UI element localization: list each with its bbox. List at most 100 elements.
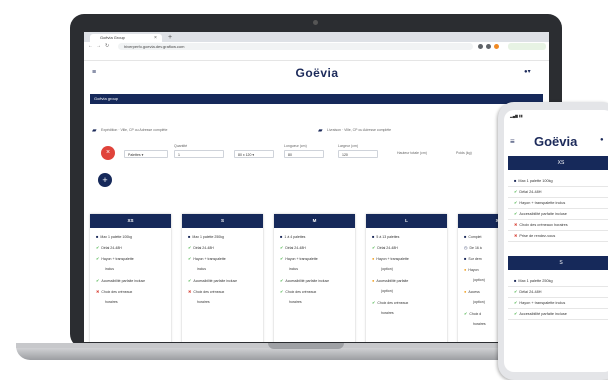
length-input[interactable]: 80 <box>284 150 324 158</box>
offer-feature-line: ◷ De 16 à <box>464 245 482 251</box>
pallet-icon: ■ <box>188 234 191 239</box>
browser-tab[interactable]: Goëvia Group <box>90 34 162 42</box>
user-icon[interactable]: ●▾ <box>524 68 531 75</box>
app-logo[interactable]: Goëvia <box>282 66 352 80</box>
type-select[interactable]: Palettes ▾ <box>124 150 168 158</box>
offer-feature-line: ✔ Hayon + transpalette inclus <box>514 300 565 306</box>
feature-text: (option) <box>381 289 393 293</box>
offer-feature-line: horaires <box>188 300 210 305</box>
offer-feature-line: ✖ Choix des créneaux <box>188 289 224 295</box>
feature-text: Choix d <box>469 312 482 316</box>
offer-feature-line: horaires <box>96 300 118 305</box>
offer-feature-line: ■ Max 1 palette 100kg <box>514 178 553 184</box>
offer-feature-line: ✖ Choix des créneaux horaires <box>514 222 568 228</box>
check-icon: ✔ <box>514 189 518 194</box>
divider <box>508 230 608 231</box>
phone-offer-title[interactable]: S <box>508 256 608 270</box>
cross-icon: ✖ <box>514 233 518 238</box>
feature-text: Sur dem <box>468 257 482 261</box>
offer-feature-line: ■ Max 1 palette 100kg <box>96 234 132 240</box>
forward-icon[interactable]: → <box>96 43 101 50</box>
offer-feature-line: ✔ Accessibilité parfaite incluse <box>514 311 567 317</box>
cross-icon: ✖ <box>96 289 100 294</box>
offer-feature-line: ✖ Choix des créneaux <box>96 289 132 295</box>
feature-text: inclus <box>289 267 298 271</box>
star-icon[interactable] <box>478 44 483 49</box>
check-icon: ✔ <box>280 278 284 283</box>
feature-text: inclus <box>105 267 114 271</box>
feature-text: Choix des créneaux <box>101 290 133 294</box>
offer-feature-line: ✔ Choix d <box>464 311 481 317</box>
extension-icon[interactable] <box>486 44 491 49</box>
back-icon[interactable]: ← <box>88 43 93 50</box>
pallet-icon: ■ <box>514 278 517 283</box>
feature-text: Choix des créneaux horaires <box>519 223 568 227</box>
feature-text: horaires <box>197 300 210 304</box>
feature-text: Accessibilité parfaite incluse <box>193 279 238 283</box>
profile-icon[interactable] <box>494 44 499 49</box>
feature-text: horaires <box>105 300 118 304</box>
add-row-button[interactable]: + <box>98 173 112 187</box>
offer-feature-line: inclus <box>188 267 206 272</box>
feature-text: Délai 24-48H <box>519 190 542 194</box>
height-label[interactable]: Hauteur totale (cm) <box>397 151 427 156</box>
feature-text: horaires <box>473 322 486 326</box>
option-icon: ● <box>464 289 467 294</box>
offer-feature-line: ● Hayon <box>464 267 479 273</box>
offer-feature-line: horaires <box>372 311 394 316</box>
laptop-notch <box>268 343 344 349</box>
feature-text: 5 à 13 palettes <box>376 235 400 239</box>
address-bar[interactable]: hiverperfo.goevia.dev.graflow.com <box>118 43 473 50</box>
divider <box>508 208 608 209</box>
offer-feature-line: (option) <box>372 267 393 272</box>
offer-feature-line: ■ 1 à 4 palettes <box>280 234 305 240</box>
offer-card-s[interactable]: S ■ Max 1 palette 250kg ✔ Délai 24-48H ✔ Hayon… <box>182 214 263 342</box>
size-select[interactable]: 80 x 120 ▾ <box>234 150 274 158</box>
reload-icon[interactable]: ↻ <box>105 43 109 50</box>
phone-offer-title[interactable]: XS <box>508 156 608 170</box>
feature-text: Complet <box>468 235 482 239</box>
check-icon: ✔ <box>96 245 100 250</box>
check-icon: ✔ <box>514 211 518 216</box>
departure-input[interactable]: Expédition · Ville, CP ou Adresse complè… <box>101 128 167 133</box>
width-input[interactable]: 120 <box>338 150 378 158</box>
check-icon: ✔ <box>188 245 192 250</box>
feature-text: Hayon + transpalette <box>193 257 226 261</box>
arrival-input[interactable]: Livraison · Ville, CP ou Adresse complèt… <box>327 128 391 133</box>
qty-input[interactable]: 1 <box>174 150 224 158</box>
truck-icon-2: ▰ <box>318 128 323 134</box>
offer-feature-line: ✔ Hayon + transpalette <box>280 256 318 262</box>
menu-icon[interactable]: ≡ <box>92 69 96 76</box>
option-icon: ● <box>372 278 375 283</box>
new-tab-icon[interactable]: + <box>168 33 172 42</box>
check-icon: ✔ <box>280 289 284 294</box>
feature-text: Hayon + transpalette <box>101 257 134 261</box>
offer-card-m[interactable]: M ■ 1 à 4 palettes ✔ Délai 24-48H ✔ Hayon + tr… <box>274 214 355 342</box>
weight-label[interactable]: Poids (kg) <box>456 151 472 156</box>
remove-row-button[interactable]: × <box>101 146 115 160</box>
title-banner <box>90 94 543 104</box>
check-icon: ✔ <box>514 311 518 316</box>
feature-text: Délai 24-48H <box>285 246 306 250</box>
update-pill[interactable] <box>508 43 546 50</box>
tab-title: Goëvia Group <box>100 35 125 40</box>
check-icon: ✔ <box>464 311 468 316</box>
feature-text: Hayon + transpalette <box>285 257 318 261</box>
divider <box>508 186 608 187</box>
check-icon: ✔ <box>280 245 284 250</box>
offer-feature-line: ✔ Hayon + transpalette <box>96 256 134 262</box>
truck-icon: ▰ <box>92 128 97 134</box>
divider <box>508 286 608 287</box>
feature-text: Accessibilité parfaite <box>376 279 409 283</box>
phone-menu-icon[interactable]: ≡ <box>510 137 515 146</box>
feature-text: Prise de rendez-vous <box>519 234 556 238</box>
option-icon: ● <box>372 256 375 261</box>
feature-text: (option) <box>381 267 393 271</box>
phone-logo[interactable]: Goëvia <box>534 134 577 149</box>
divider <box>508 197 608 198</box>
phone-user-icon[interactable]: ● <box>600 137 604 143</box>
feature-text: Access <box>468 290 480 294</box>
close-tab-icon[interactable]: × <box>154 34 157 42</box>
offer-card-xs[interactable]: XS ■ Max 1 palette 100kg ✔ Délai 24-48H ✔ Hayo… <box>90 214 171 342</box>
offer-card-l[interactable]: L ■ 5 à 13 palettes ✔ Délai 24-48H ● Hayon + t… <box>366 214 447 342</box>
